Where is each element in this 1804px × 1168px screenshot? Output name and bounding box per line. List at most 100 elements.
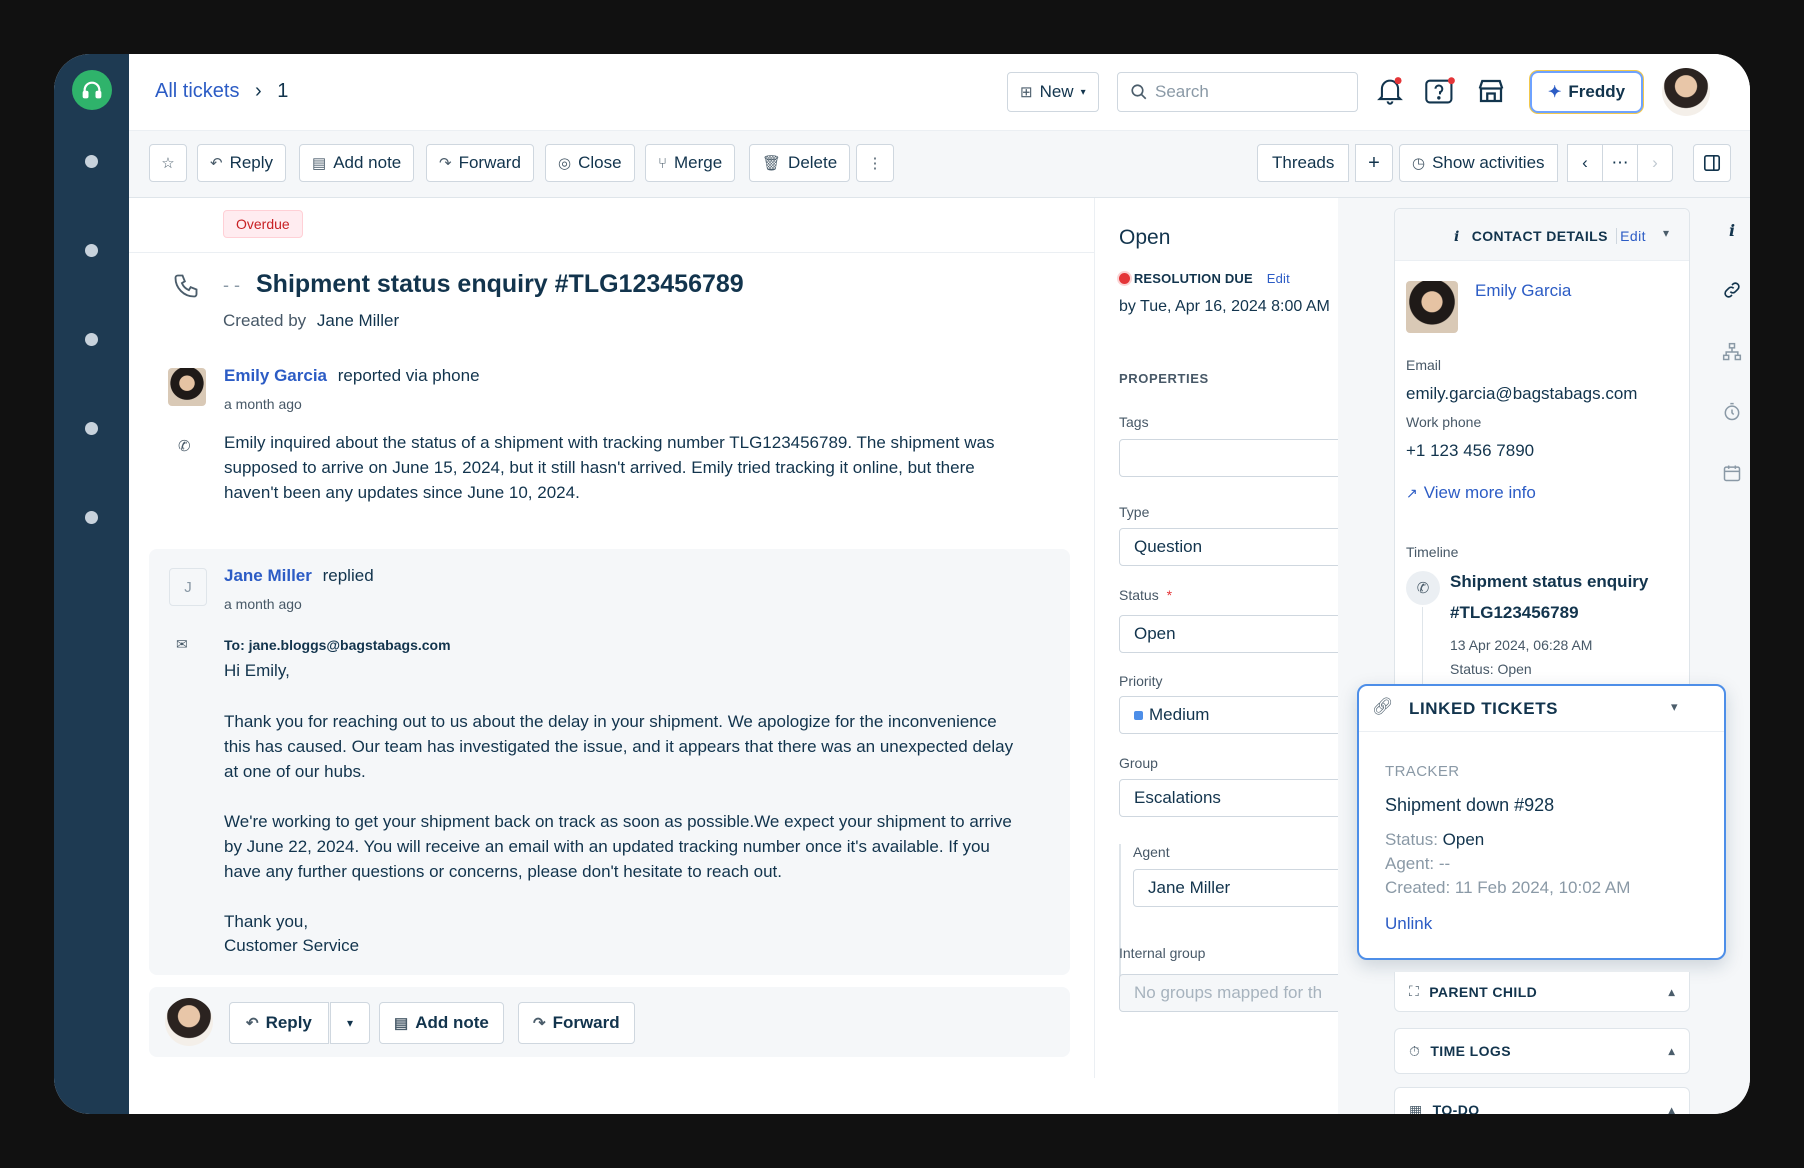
message-author[interactable]: Jane Miller	[224, 566, 312, 585]
priority-label: Priority	[1119, 673, 1163, 689]
tags-label: Tags	[1119, 414, 1149, 430]
freddy-label: Freddy	[1568, 82, 1626, 101]
show-activities-button[interactable]: ◷ Show activities	[1399, 144, 1558, 182]
breadcrumb-separator: ›	[255, 80, 262, 102]
trash-icon: 🗑	[762, 154, 782, 172]
created-by-name[interactable]: Jane Miller	[317, 311, 399, 330]
contact-details-heading: i CONTACT DETAILS Edit	[1454, 228, 1646, 245]
group-select[interactable]: Escalations	[1119, 779, 1357, 817]
tags-input[interactable]	[1119, 439, 1357, 477]
reply-bar-forward-button[interactable]: ↷ Forward	[518, 1002, 635, 1044]
chevron-down-icon[interactable]: ▾	[1663, 226, 1669, 240]
help-icon[interactable]	[1424, 76, 1456, 111]
reply-options-dropdown[interactable]: ▾	[330, 1002, 370, 1044]
type-select[interactable]: Question	[1119, 528, 1357, 566]
todo-section[interactable]: ▦ TO-DO ▴	[1394, 1087, 1690, 1114]
work-phone-label: Work phone	[1406, 414, 1482, 430]
freddy-icon: ✦	[1548, 84, 1562, 101]
next-ticket-button[interactable]: ›	[1637, 144, 1673, 182]
add-note-button[interactable]: ▤ Add note	[299, 144, 415, 182]
chevron-down-icon: ▾	[1080, 86, 1086, 98]
breadcrumb: All tickets › 1	[155, 80, 288, 103]
link-panel-icon[interactable]	[1720, 278, 1744, 302]
message-greeting: Hi Emily,	[224, 661, 290, 680]
merge-button[interactable]: ⑂ Merge	[645, 144, 736, 182]
chevron-down-icon[interactable]: ▾	[1671, 699, 1678, 715]
headset-logo-icon[interactable]	[72, 70, 112, 110]
calendar-icon: ▦	[1409, 1101, 1423, 1115]
reply-icon: ↶	[246, 1014, 259, 1032]
required-mark: *	[1166, 587, 1173, 603]
new-label: New	[1039, 82, 1074, 101]
threads-label: Threads	[1272, 153, 1335, 172]
add-note-label: Add note	[333, 153, 402, 172]
parent-child-section[interactable]: ⛶ PARENT CHILD ▴	[1394, 972, 1690, 1012]
threads-button[interactable]: Threads	[1257, 144, 1350, 182]
nav-item-icon[interactable]	[85, 244, 98, 257]
parent-child-panel-icon[interactable]	[1720, 340, 1744, 364]
priority-select[interactable]: Medium	[1119, 696, 1357, 734]
reply-bar-add-note-button[interactable]: ▤ Add note	[379, 1002, 504, 1044]
chevron-up-icon: ▴	[1668, 984, 1675, 999]
resolution-due-date: by Tue, Apr 16, 2024 8:00 AM	[1119, 298, 1330, 315]
reply-button[interactable]: ↶ Reply	[197, 144, 287, 182]
status-label: Status *	[1119, 587, 1172, 603]
nav-item-icon[interactable]	[85, 511, 98, 524]
emily-avatar	[168, 368, 206, 406]
todo-panel-icon[interactable]	[1720, 461, 1744, 485]
show-activities-label: Show activities	[1432, 153, 1545, 172]
message-time: a month ago	[224, 596, 302, 612]
delete-button[interactable]: 🗑 Delete	[749, 144, 851, 182]
info-icon: i	[1454, 229, 1460, 245]
marketplace-icon[interactable]	[1476, 76, 1506, 111]
more-options-button[interactable]: ⋯	[1602, 144, 1638, 182]
contact-name[interactable]: Emily Garcia	[1475, 281, 1571, 301]
hierarchy-icon: ⛶	[1409, 983, 1420, 999]
unlink-button[interactable]: Unlink	[1385, 914, 1432, 934]
timeline-title[interactable]: Shipment status enquiry	[1450, 572, 1648, 592]
user-avatar[interactable]	[1662, 68, 1710, 116]
toggle-sidebar-button[interactable]	[1693, 144, 1731, 182]
message-2-header: Jane Miller replied	[224, 566, 374, 586]
message-body: Emily inquired about the status of a shi…	[224, 433, 995, 502]
parent-child-label: PARENT CHILD	[1429, 983, 1538, 1000]
contact-edit-link[interactable]: Edit	[1616, 228, 1646, 244]
timeline-date: 13 Apr 2024, 06:28 AM	[1450, 637, 1593, 653]
agent-select[interactable]: Jane Miller	[1133, 869, 1357, 907]
linked-status-value: Open	[1442, 830, 1485, 849]
resolution-edit-link[interactable]: Edit	[1267, 271, 1290, 286]
linked-ticket-title[interactable]: Shipment down #928	[1385, 795, 1554, 816]
nav-item-icon[interactable]	[85, 333, 98, 346]
freddy-button[interactable]: ✦ Freddy	[1530, 71, 1644, 113]
message-author[interactable]: Emily Garcia	[224, 366, 327, 385]
forward-label: Forward	[458, 153, 521, 172]
internal-group-select[interactable]: No groups mapped for th	[1119, 974, 1357, 1012]
more-actions-button[interactable]: ⋮	[856, 144, 894, 182]
timeline-ticket-number[interactable]: #TLG123456789	[1450, 603, 1579, 623]
close-button[interactable]: ◎ Close	[545, 144, 635, 182]
star-icon: ☆	[161, 154, 175, 172]
time-logs-section[interactable]: ⏱︎ TIME LOGS ▴	[1394, 1028, 1690, 1074]
info-panel-icon[interactable]: i	[1720, 218, 1744, 242]
bell-icon[interactable]	[1376, 76, 1404, 111]
add-thread-button[interactable]: +	[1355, 144, 1393, 182]
star-button[interactable]: ☆	[149, 144, 187, 182]
search-input[interactable]: Search	[1117, 72, 1358, 112]
view-more-info-link[interactable]: ↗ View more info	[1406, 483, 1536, 503]
prev-ticket-button[interactable]: ‹	[1567, 144, 1603, 182]
new-button[interactable]: ⊞ New ▾	[1007, 72, 1099, 112]
time-log-panel-icon[interactable]	[1720, 400, 1744, 424]
forward-button[interactable]: ↷ Forward	[426, 144, 534, 182]
check-circle-icon: ◎	[558, 154, 572, 172]
plus-icon: +	[1368, 151, 1380, 174]
nav-item-icon[interactable]	[85, 422, 98, 435]
message-signoff: Thank you,	[224, 912, 309, 931]
breadcrumb-all-tickets[interactable]: All tickets	[155, 80, 239, 102]
close-label: Close	[578, 153, 622, 172]
status-select[interactable]: Open	[1119, 615, 1357, 653]
view-more-label: View more info	[1423, 483, 1536, 502]
timeline-label: Timeline	[1406, 544, 1459, 560]
linked-status-label: Status:	[1385, 830, 1438, 849]
reply-bar-reply-button[interactable]: ↶ Reply	[229, 1002, 329, 1044]
nav-item-icon[interactable]	[85, 155, 98, 168]
